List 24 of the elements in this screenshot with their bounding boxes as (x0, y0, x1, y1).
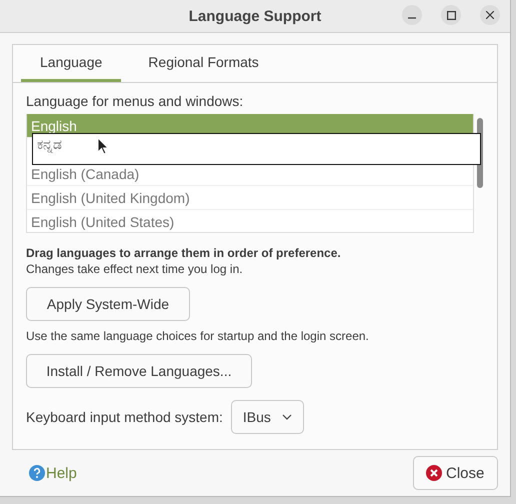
dragged-language: ಕನ್ನಡ (37, 136, 62, 153)
drag-hint: Drag languages to arrange them in order of preference. (26, 246, 342, 260)
install-languages-button[interactable]: Install / Remove Languages... (26, 354, 252, 388)
close-icon (486, 11, 494, 19)
close-icon (426, 465, 442, 481)
help-icon (29, 465, 45, 481)
window-title: Language Support (188, 8, 322, 24)
pointer-icon (97, 137, 109, 155)
apply-system-wide-button[interactable]: Apply System-Wide (26, 287, 190, 321)
input-method-label: Keyboard input method system: (26, 409, 223, 425)
tab[interactable]: Regional Formats (129, 45, 278, 82)
maximize-button[interactable] (441, 5, 461, 25)
list-row[interactable]: English (United States) (27, 210, 473, 232)
chevron-down-icon (282, 414, 292, 420)
input-method-dropdown[interactable]: IBus (230, 400, 304, 434)
list-row[interactable]: English (United Kingdom) (27, 186, 473, 210)
close-dialog-button[interactable]: Close (413, 456, 498, 490)
maximize-icon (446, 10, 456, 20)
close-button[interactable] (480, 5, 500, 25)
list-label: Language for menus and windows: (26, 93, 244, 109)
apply-note: Use the same language choices for startup and the login screen. (26, 329, 370, 343)
help-link[interactable]: Help (29, 464, 77, 482)
tab[interactable]: Language (21, 45, 122, 82)
drag-note: Changes take effect next time you log in. (26, 262, 244, 276)
